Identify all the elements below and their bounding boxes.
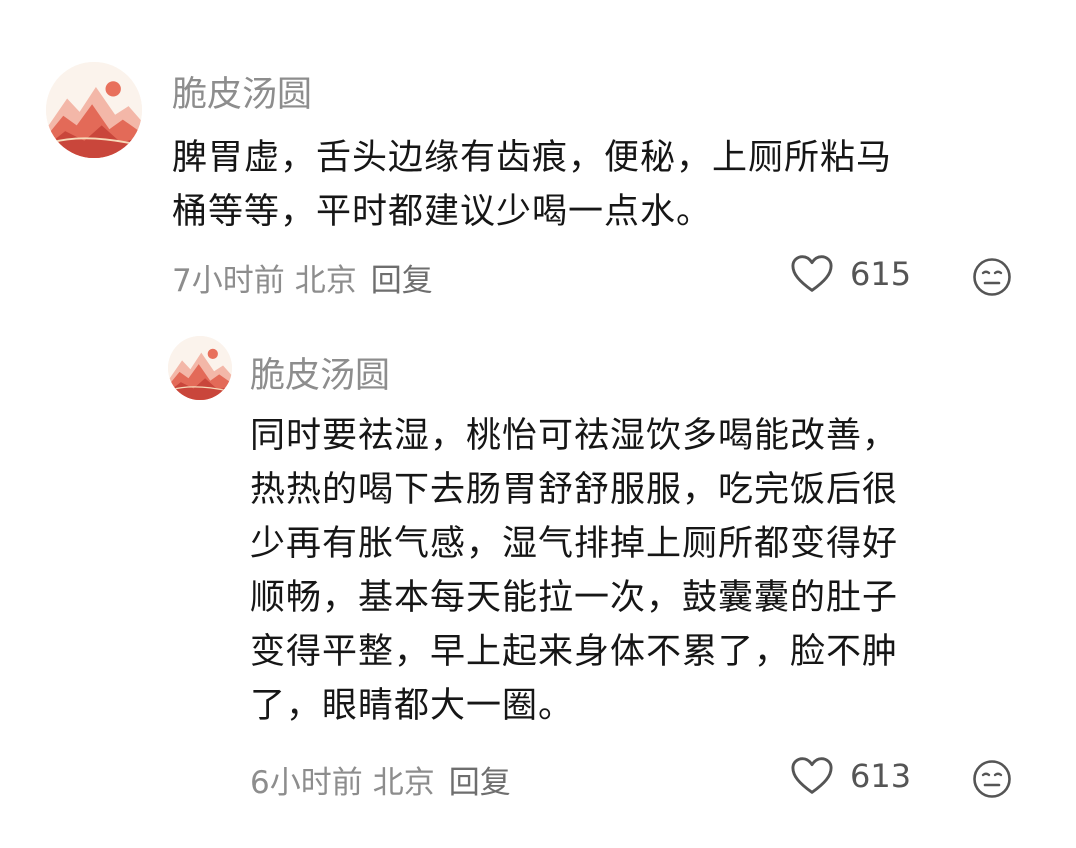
timestamp: 6小时前 xyxy=(250,765,363,801)
comment-line: 了，眼睛都大一圈。 xyxy=(250,686,575,726)
mountain-sunset-avatar-icon xyxy=(46,62,142,158)
comment-meta: 7小时前 北京 回复 xyxy=(172,255,433,300)
username[interactable]: 脆皮汤圆 xyxy=(250,347,390,398)
comment-line: 顺畅，基本每天能拉一次，鼓囊囊的肚子 xyxy=(250,578,899,618)
comment-meta: 6小时前 北京 回复 xyxy=(250,757,511,802)
like-button[interactable]: 613 xyxy=(790,756,911,796)
neutral-face-icon xyxy=(973,258,1011,296)
comment-text: 同时要祛湿，桃怡可祛湿饮多喝能改善， 热热的喝下去肠胃舒舒服服，吃完饭后很 少再… xyxy=(250,409,1030,733)
reaction-button[interactable] xyxy=(972,759,1012,799)
timestamp: 7小时前 xyxy=(172,263,285,299)
avatar[interactable] xyxy=(46,62,142,158)
username[interactable]: 脆皮汤圆 xyxy=(172,66,312,117)
avatar[interactable] xyxy=(168,336,232,400)
neutral-face-icon xyxy=(973,760,1011,798)
mountain-sunset-avatar-icon xyxy=(168,336,232,400)
like-button[interactable]: 615 xyxy=(790,254,911,294)
reaction-button[interactable] xyxy=(972,257,1012,297)
comment-text: 脾胃虚，舌头边缘有齿痕，便秘，上厕所粘马 桶等等，平时都建议少喝一点水。 xyxy=(172,131,1032,239)
comment-item: 脆皮汤圆 脾胃虚，舌头边缘有齿痕，便秘，上厕所粘马 桶等等，平时都建议少喝一点水… xyxy=(0,0,1076,320)
comment-line: 脾胃虚，舌头边缘有齿痕，便秘，上厕所粘马 xyxy=(172,138,893,178)
like-count: 615 xyxy=(850,255,912,293)
comment-line: 热热的喝下去肠胃舒舒服服，吃完饭后很 xyxy=(250,470,899,510)
comment-line: 变得平整，早上起来身体不累了，脸不肿 xyxy=(250,632,899,672)
location: 北京 xyxy=(372,765,435,801)
comment-line: 同时要祛湿，桃怡可祛湿饮多喝能改善， xyxy=(250,416,899,456)
reply-button[interactable]: 回复 xyxy=(371,263,433,299)
comment-line: 桶等等，平时都建议少喝一点水。 xyxy=(172,192,713,232)
reply-button[interactable]: 回复 xyxy=(449,765,511,801)
heart-outline-icon xyxy=(791,757,833,794)
comment-line: 少再有胀气感，湿气排掉上厕所都变得好 xyxy=(250,524,899,564)
reply-item: 脆皮汤圆 同时要祛湿，桃怡可祛湿饮多喝能改善， 热热的喝下去肠胃舒舒服服，吃完饭… xyxy=(0,320,1076,848)
heart-outline-icon xyxy=(791,255,833,292)
like-count: 613 xyxy=(850,757,912,795)
location: 北京 xyxy=(294,263,357,299)
